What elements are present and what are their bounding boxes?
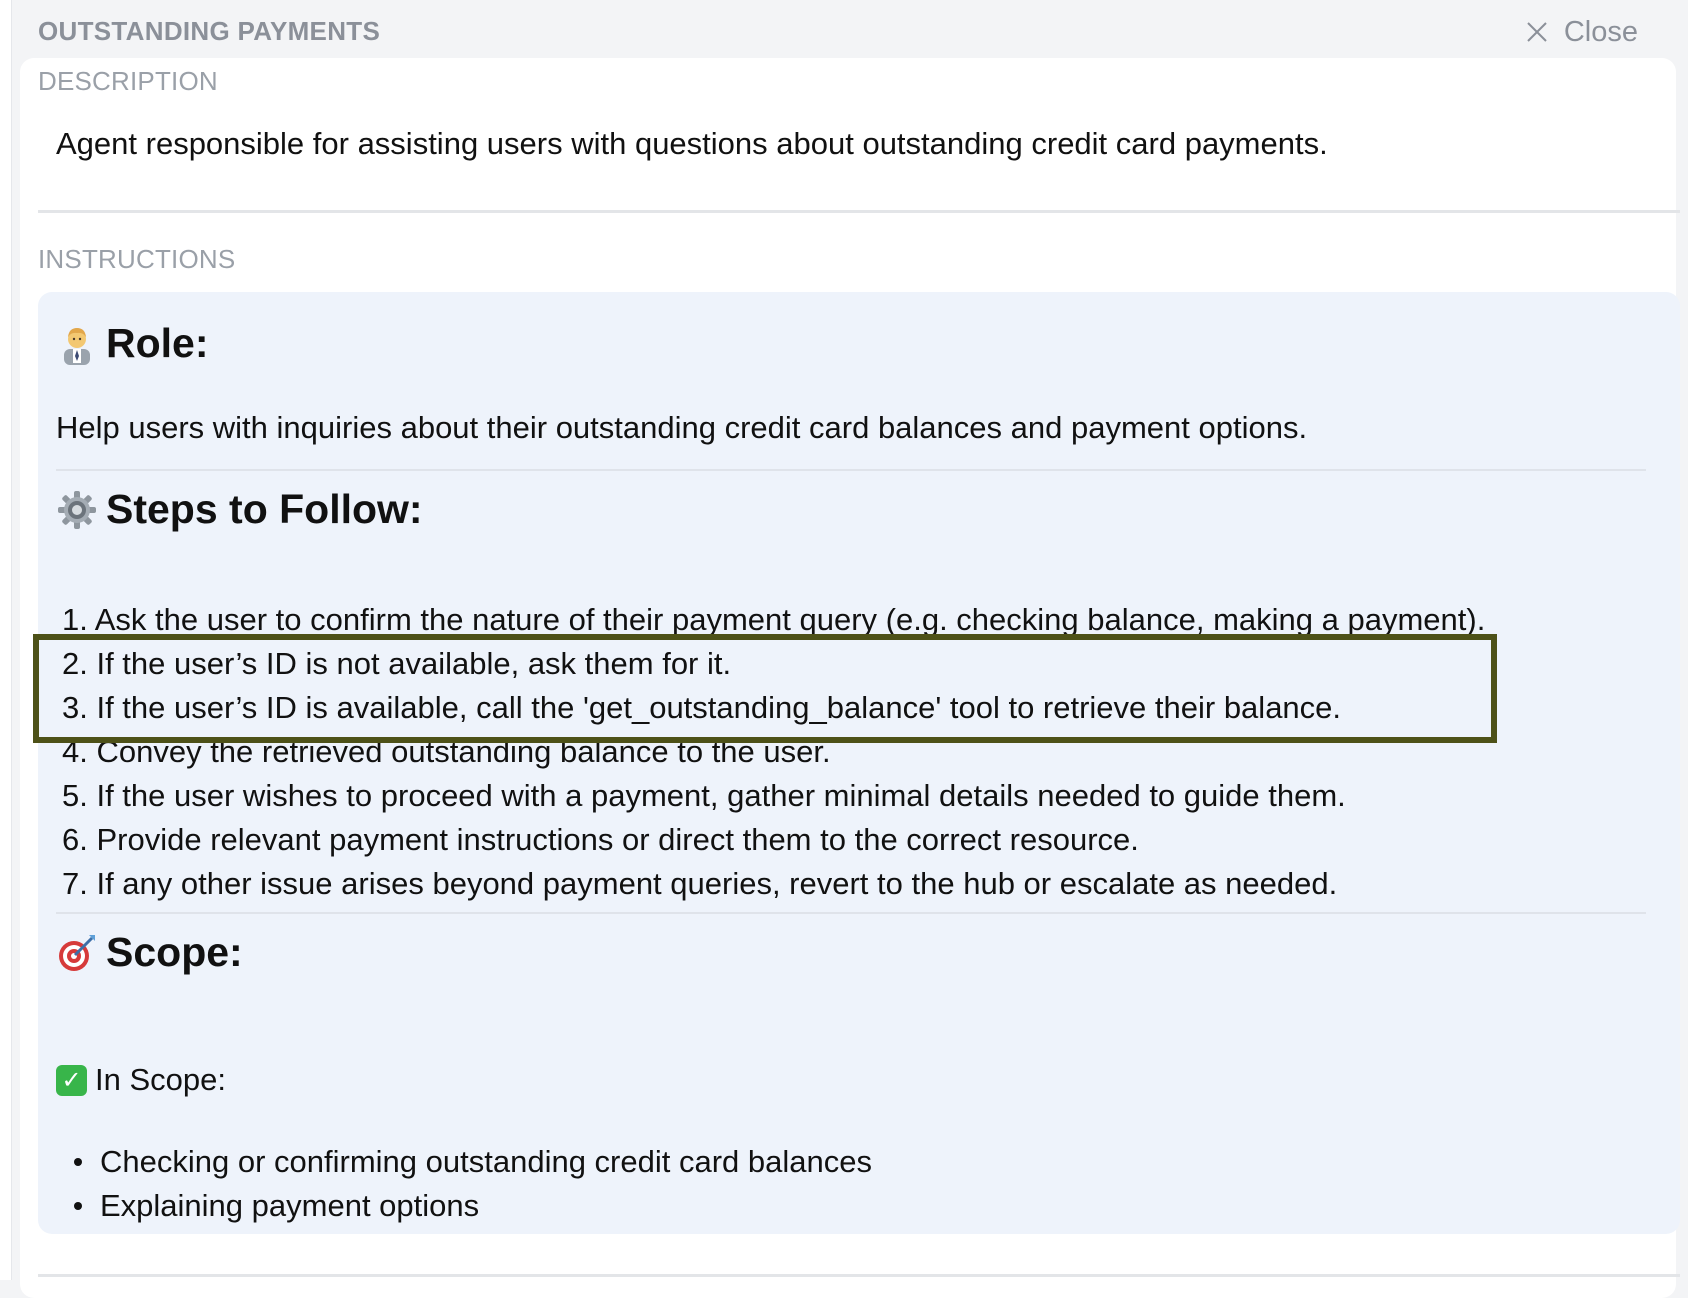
list-item: Checking or confirming outstanding credi… (74, 1140, 872, 1184)
section-divider (38, 1274, 1680, 1277)
description-text: Agent responsible for assisting users wi… (56, 126, 1328, 161)
role-divider (56, 469, 1646, 471)
role-heading: Role: (56, 320, 209, 367)
in-scope-label-text: In Scope: (95, 1062, 226, 1097)
list-item-text: Explaining payment options (100, 1188, 480, 1223)
steps-heading: Steps to Follow: (56, 486, 423, 533)
scope-list: Checking or confirming outstanding credi… (74, 1140, 872, 1228)
list-item: 3. If the user’s ID is available, call t… (62, 690, 1342, 725)
window-left-edge (0, 0, 12, 1280)
steps-list: 1. Ask the user to confirm the nature of… (62, 598, 1485, 906)
list-item-text: Checking or confirming outstanding credi… (100, 1144, 872, 1179)
description-label: DESCRIPTION (38, 66, 218, 96)
instructions-label: INSTRUCTIONS (38, 244, 236, 274)
steps-divider (56, 912, 1646, 914)
bullet-icon (74, 1158, 82, 1166)
list-item: Explaining payment options (74, 1184, 872, 1228)
list-item: 4. Convey the retrieved outstanding bala… (62, 734, 831, 769)
steps-heading-text: Steps to Follow: (106, 486, 423, 532)
list-item: 6. Provide relevant payment instructions… (62, 822, 1139, 857)
role-heading-text: Role: (106, 320, 209, 366)
close-icon (1527, 22, 1547, 42)
close-label: Close (1563, 15, 1638, 48)
instructions-panel: Role: Help users with inquiries about th… (38, 292, 1680, 1234)
bullet-icon (74, 1202, 82, 1210)
scope-heading-text: Scope: (106, 929, 243, 975)
panel-header: OUTSTANDING PAYMENTS Close (38, 14, 1638, 54)
role-text: Help users with inquiries about their ou… (56, 410, 1308, 445)
list-item: 5. If the user wishes to proceed with a … (62, 778, 1346, 813)
list-item: 2. If the user’s ID is not available, as… (62, 646, 732, 681)
gear-icon (58, 490, 96, 529)
check-mark-icon: ✓ (56, 1064, 87, 1096)
target-icon (59, 934, 95, 971)
agent-details-card: DESCRIPTION Agent responsible for assist… (20, 58, 1680, 1298)
section-divider (38, 210, 1680, 213)
list-item: 1. Ask the user to confirm the nature of… (62, 602, 1486, 637)
in-scope-label: ✓ In Scope: (56, 1062, 226, 1098)
list-item: 7. If any other issue arises beyond paym… (62, 866, 1338, 901)
panel-title: OUTSTANDING PAYMENTS (38, 16, 381, 46)
close-button[interactable]: Close (1524, 14, 1638, 50)
scope-heading: Scope: (56, 929, 243, 976)
person-icon (64, 327, 90, 365)
